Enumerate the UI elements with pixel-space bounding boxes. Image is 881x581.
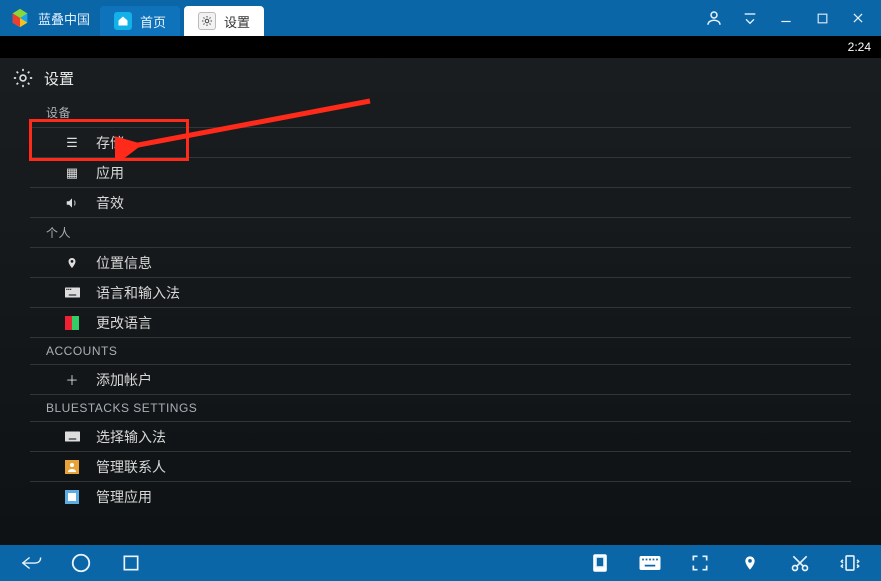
brand-name: 蓝叠中国 [38, 9, 90, 28]
tab-settings[interactable]: 设置 [184, 6, 264, 36]
plus-icon: ＋ [64, 372, 80, 388]
toggle-portrait-icon[interactable] [589, 552, 611, 574]
item-language-input[interactable]: 语言和输入法 [30, 277, 851, 307]
item-label: 更改语言 [96, 313, 152, 333]
apps-icon: ▦ [64, 165, 80, 181]
home-button[interactable] [70, 552, 92, 574]
tab-home[interactable]: 首页 [100, 6, 180, 36]
item-label: 应用 [96, 163, 124, 183]
item-label: 存储 [96, 133, 124, 153]
titlebar-controls [705, 9, 881, 27]
item-apps[interactable]: ▦ 应用 [30, 157, 851, 187]
bottombar [0, 545, 881, 581]
minimize-button[interactable] [777, 9, 795, 27]
keyboard-icon [64, 429, 80, 445]
tab-settings-label: 设置 [224, 12, 250, 31]
android-statusbar: 2:24 [0, 36, 881, 58]
close-button[interactable] [849, 9, 867, 27]
gear-icon [12, 67, 34, 89]
recents-button[interactable] [120, 552, 142, 574]
storage-icon: ☰ [64, 135, 80, 151]
bluestacks-tools [589, 552, 881, 574]
contacts-icon [64, 459, 80, 475]
maximize-button[interactable] [813, 9, 831, 27]
dropdown-icon[interactable] [741, 9, 759, 27]
account-icon[interactable] [705, 9, 723, 27]
client-area: 2:24 设置 设备 ☰ 存储 ▦ 应用 音效 个人 [0, 36, 881, 545]
fullscreen-icon[interactable] [689, 552, 711, 574]
scissors-icon[interactable] [789, 552, 811, 574]
language-icon [64, 315, 80, 331]
keyboard-icon [64, 285, 80, 301]
item-storage[interactable]: ☰ 存储 [30, 127, 851, 157]
bluestacks-logo [8, 6, 32, 30]
manage-icon [64, 489, 80, 505]
item-label: 添加帐户 [96, 370, 152, 390]
settings-list[interactable]: 设备 ☰ 存储 ▦ 应用 音效 个人 位置信息 语言和输入法 [0, 98, 881, 545]
home-icon [114, 12, 132, 30]
location-tool-icon[interactable] [739, 552, 761, 574]
item-change-language[interactable]: 更改语言 [30, 307, 851, 337]
item-label: 语言和输入法 [96, 283, 180, 303]
section-accounts: ACCOUNTS [30, 337, 851, 364]
item-add-account[interactable]: ＋ 添加帐户 [30, 364, 851, 394]
item-manage-apps[interactable]: 管理应用 [30, 481, 851, 511]
item-label: 位置信息 [96, 253, 152, 273]
section-bluestacks: BLUESTACKS SETTINGS [30, 394, 851, 421]
item-label: 管理联系人 [96, 457, 166, 477]
titlebar: 蓝叠中国 首页 设置 [0, 0, 881, 36]
sound-icon [64, 195, 80, 211]
section-device: 设备 [30, 98, 851, 127]
back-button[interactable] [20, 552, 42, 574]
clock: 2:24 [848, 40, 871, 54]
item-sound[interactable]: 音效 [30, 187, 851, 217]
location-icon [64, 255, 80, 271]
tab-home-label: 首页 [140, 12, 166, 31]
keyboard-tool-icon[interactable] [639, 552, 661, 574]
item-manage-contacts[interactable]: 管理联系人 [30, 451, 851, 481]
item-label: 管理应用 [96, 487, 152, 507]
shake-icon[interactable] [839, 552, 861, 574]
settings-title: 设置 [44, 68, 74, 89]
item-label: 音效 [96, 193, 124, 213]
section-personal: 个人 [30, 217, 851, 247]
item-location[interactable]: 位置信息 [30, 247, 851, 277]
android-nav [0, 552, 142, 574]
item-label: 选择输入法 [96, 427, 166, 447]
tabstrip: 首页 设置 [100, 0, 268, 36]
gear-icon [198, 12, 216, 30]
item-select-ime[interactable]: 选择输入法 [30, 421, 851, 451]
settings-header: 设置 [0, 58, 881, 98]
